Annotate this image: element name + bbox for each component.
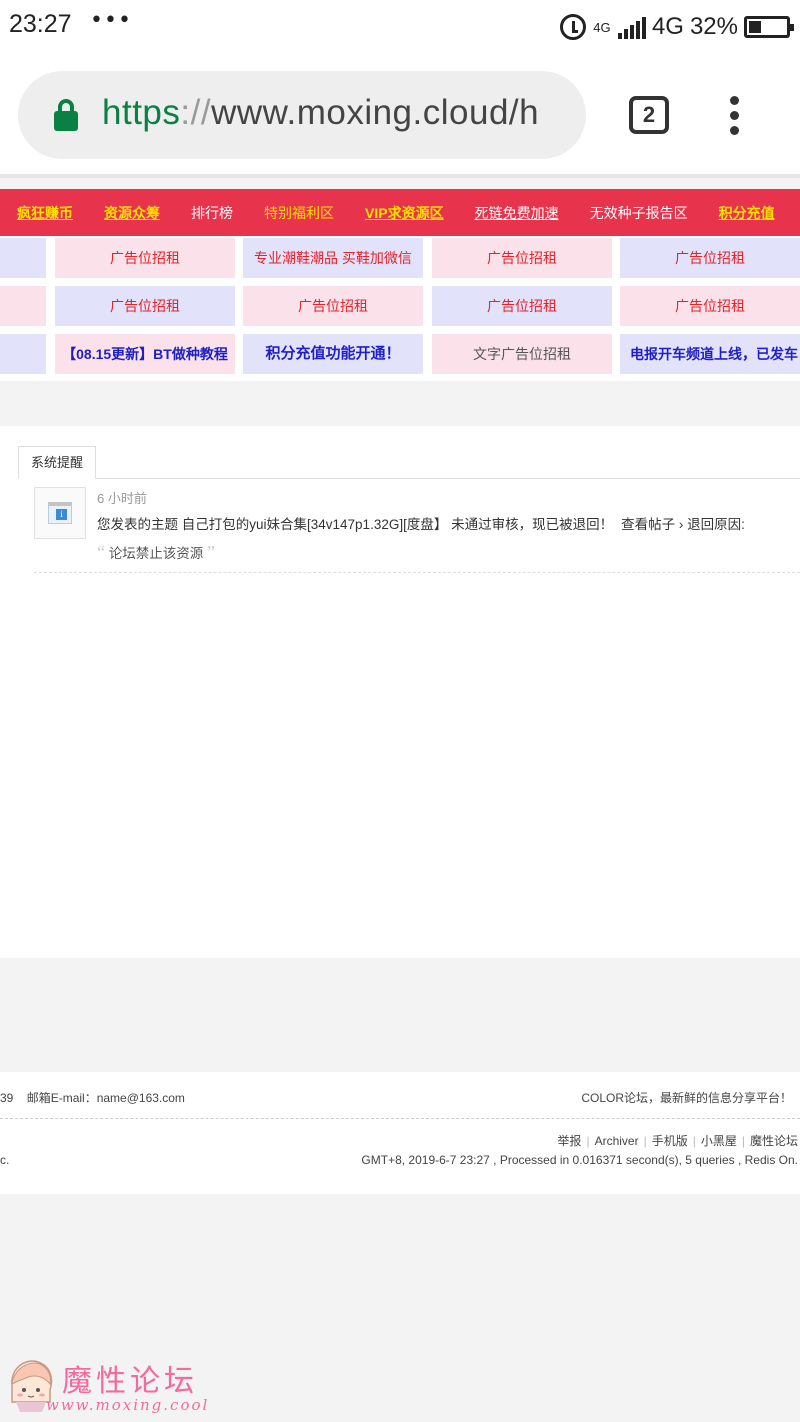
url-separator: :// — [180, 93, 212, 132]
footer-partial-text: 39 — [0, 1091, 14, 1105]
nav-item[interactable]: 排行榜 — [191, 203, 233, 223]
footer-contact: 39 邮箱E-mail：name@163.com — [0, 1089, 185, 1106]
footer-link[interactable]: 举报 — [557, 1134, 581, 1148]
ad-cell[interactable]: 广告位招租 — [432, 238, 612, 278]
nav-item[interactable]: 积分充值 — [719, 203, 775, 223]
quote-open-icon: “ — [97, 542, 105, 562]
footer-link-separator: | — [741, 1134, 745, 1148]
ad-cell-edge[interactable] — [0, 286, 46, 326]
ad-cell[interactable]: 广告位招租 — [55, 286, 235, 326]
overflow-menu-icon[interactable] — [730, 96, 746, 136]
notification-panel: 系统提醒 6 小时前 您发表的主题 自己打包的yui妹合集[34v147p1.3… — [0, 426, 800, 958]
tab-divider — [18, 478, 800, 479]
ad-cell[interactable]: 广告位招租 — [55, 238, 235, 278]
notice-message: 您发表的主题 自己打包的yui妹合集[34v147p1.32G][度盘】 未通过… — [97, 517, 614, 532]
footer-link[interactable]: 小黑屋 — [701, 1134, 737, 1148]
signal-icon — [617, 15, 646, 39]
nav-item[interactable]: 资源众筹 — [104, 203, 160, 223]
ad-cell-edge[interactable] — [0, 334, 46, 374]
ad-cell-edge[interactable] — [0, 238, 46, 278]
url-host: www.moxing.cloud/h — [211, 93, 540, 132]
ad-cell[interactable]: 文字广告位招租 — [432, 334, 612, 374]
ad-cell[interactable]: 电报开车频道上线，已发车 — [620, 334, 800, 374]
tab-switcher-button[interactable]: 2 — [629, 96, 669, 134]
status-bar: 23:27 ••• 4G 4G 32% — [0, 0, 800, 54]
nav-item[interactable]: 死链免费加速 — [475, 203, 559, 223]
nav-item[interactable]: 无效种子报告区 — [590, 203, 688, 223]
nav-item[interactable]: 疯狂赚币 — [17, 203, 73, 223]
ad-cell[interactable]: 专业潮鞋潮品 买鞋加微信 — [243, 238, 423, 278]
watermark-title: 魔性论坛 — [62, 1364, 198, 1399]
footer-link[interactable]: Archiver — [595, 1134, 639, 1148]
ad-grid: 广告位招租 专业潮鞋潮品 买鞋加微信 广告位招租 广告位招租 广告位招租 广告位… — [0, 236, 800, 381]
ad-cell[interactable]: 广告位招租 — [620, 238, 800, 278]
footer-partial-text-2: c. — [0, 1153, 10, 1167]
nav-item[interactable]: VIP求资源区 — [365, 203, 444, 223]
ad-cell[interactable]: 广告位招租 — [432, 286, 612, 326]
reject-reason-text: 论坛禁止该资源 — [108, 546, 204, 561]
network-type-small: 4G — [593, 19, 611, 35]
network-type: 4G — [651, 13, 684, 40]
notice-icon — [34, 487, 86, 539]
ad-cell[interactable]: 积分充值功能开通！ — [243, 334, 423, 374]
footer-stats: GMT+8, 2019-6-7 23:27 , Processed in 0.0… — [361, 1153, 798, 1167]
battery-percent: 32% — [689, 13, 738, 40]
ad-cell[interactable]: 广告位招租 — [620, 286, 800, 326]
address-bar[interactable]: https://www.moxing.cloud/h — [18, 71, 586, 159]
notice-text: 您发表的主题 自己打包的yui妹合集[34v147p1.32G][度盘】 未通过… — [97, 513, 745, 533]
site-watermark: 魔性论坛 www.moxing.cool — [6, 1354, 216, 1418]
reject-reason: “ 论坛禁止该资源 ” — [97, 542, 215, 563]
footer-links: 举报 | Archiver | 手机版 | 小黑屋 | 魔性论坛 — [557, 1132, 798, 1149]
forum-nav: 疯狂赚币 资源众筹 排行榜 特别福利区 VIP求资源区 死链免费加速 无效种子报告区 积分充值… — [0, 189, 800, 236]
footer-link[interactable]: 手机版 — [652, 1134, 688, 1148]
footer: 39 邮箱E-mail：name@163.com COLOR论坛，最新鲜的信息分… — [0, 1072, 800, 1194]
browser-toolbar: https://www.moxing.cloud/h 2 — [0, 54, 800, 178]
footer-link-separator: | — [643, 1134, 647, 1148]
footer-email: 邮箱E-mail：name@163.com — [26, 1091, 185, 1105]
reject-reason-label: 退回原因: — [687, 517, 745, 532]
footer-link-separator: | — [692, 1134, 696, 1148]
status-icons: 4G 4G 32% — [559, 10, 794, 44]
watermark-url: www.moxing.cool — [46, 1396, 210, 1414]
more-notifications-icon: ••• — [90, 8, 132, 33]
battery-icon — [744, 16, 794, 38]
tab-system-notice[interactable]: 系统提醒 — [18, 446, 97, 479]
footer-slogan: COLOR论坛，最新鲜的信息分享平台！ — [581, 1091, 792, 1105]
footer-link[interactable]: 魔性论坛 — [750, 1134, 798, 1148]
notice-divider — [34, 572, 800, 573]
notice-time: 6 小时前 — [97, 491, 147, 506]
lock-icon[interactable] — [54, 99, 78, 131]
nav-item[interactable]: 特别福利区 — [264, 203, 334, 223]
url-text[interactable]: https://www.moxing.cloud/h — [102, 93, 539, 133]
alarm-icon — [559, 14, 586, 40]
ad-cell[interactable]: 【08.15更新】BT做种教程 — [55, 334, 235, 374]
view-post-link[interactable]: 查看帖子 › — [621, 517, 683, 532]
ad-cell[interactable]: 广告位招租 — [243, 286, 423, 326]
clock: 23:27 — [9, 10, 72, 38]
footer-link-separator: | — [586, 1134, 590, 1148]
footer-divider — [0, 1118, 800, 1119]
quote-close-icon: ” — [207, 542, 216, 562]
url-scheme: https — [102, 93, 181, 132]
